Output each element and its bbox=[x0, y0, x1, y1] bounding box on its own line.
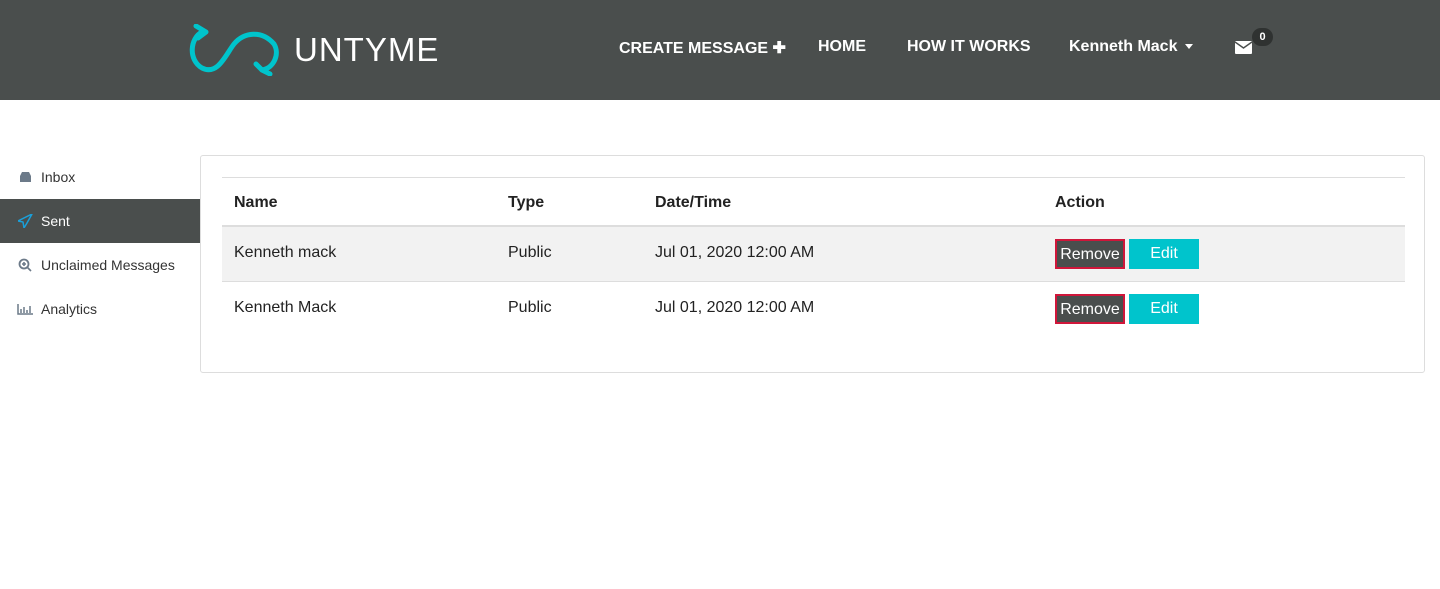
cell-datetime: Jul 01, 2020 12:00 AM bbox=[655, 244, 815, 261]
logo[interactable]: UNTYME bbox=[188, 24, 439, 76]
nav-home[interactable]: HOME bbox=[818, 38, 866, 56]
cell-datetime: Jul 01, 2020 12:00 AM bbox=[655, 299, 815, 316]
nav-create-label: CREATE MESSAGE bbox=[619, 40, 769, 57]
sidebar-item-label: Unclaimed Messages bbox=[41, 257, 175, 273]
top-navbar: UNTYME CREATE MESSAGE ✚ HOME HOW IT WORK… bbox=[0, 0, 1440, 100]
edit-button[interactable]: Edit bbox=[1129, 239, 1199, 269]
remove-button[interactable]: Remove bbox=[1055, 294, 1125, 324]
logo-icon bbox=[189, 24, 279, 76]
caret-down-icon bbox=[1185, 44, 1194, 50]
sidebar-item-sent[interactable]: Sent bbox=[0, 199, 200, 243]
sidebar-item-unclaimed-messages[interactable]: Unclaimed Messages bbox=[0, 243, 200, 287]
message-count-badge: 0 bbox=[1252, 28, 1273, 46]
sent-messages-table: Name Type Date/Time Action Kenneth mack … bbox=[222, 177, 1405, 337]
search-plus-icon bbox=[17, 258, 33, 272]
cell-type: Public bbox=[508, 299, 552, 316]
bar-chart-icon bbox=[17, 303, 33, 315]
nav-create-message[interactable]: CREATE MESSAGE ✚ bbox=[619, 38, 786, 58]
plus-icon: ✚ bbox=[772, 40, 786, 57]
cell-type: Public bbox=[508, 244, 552, 261]
sidebar-item-label: Sent bbox=[41, 213, 70, 229]
remove-button[interactable]: Remove bbox=[1055, 239, 1125, 269]
sidebar-item-analytics[interactable]: Analytics bbox=[0, 287, 200, 331]
table-row: Kenneth Mack Public Jul 01, 2020 12:00 A… bbox=[222, 282, 1405, 337]
sidebar-item-inbox[interactable]: Inbox bbox=[0, 155, 200, 199]
user-name: Kenneth Mack bbox=[1069, 38, 1178, 55]
sent-messages-panel: Name Type Date/Time Action Kenneth mack … bbox=[200, 155, 1425, 373]
envelope-icon[interactable] bbox=[1235, 41, 1252, 54]
header-name: Name bbox=[234, 194, 278, 211]
nav-how-it-works[interactable]: HOW IT WORKS bbox=[907, 38, 1031, 56]
paper-plane-icon bbox=[17, 214, 33, 228]
logo-text: UNTYME bbox=[294, 31, 440, 68]
header-action: Action bbox=[1055, 194, 1105, 211]
sidebar-item-label: Analytics bbox=[41, 301, 98, 317]
edit-button[interactable]: Edit bbox=[1129, 294, 1199, 324]
cell-name: Kenneth mack bbox=[234, 244, 337, 261]
user-menu[interactable]: Kenneth Mack bbox=[1069, 38, 1194, 56]
header-datetime: Date/Time bbox=[655, 194, 732, 211]
cell-name: Kenneth Mack bbox=[234, 299, 337, 316]
sidebar-item-label: Inbox bbox=[41, 169, 76, 185]
inbox-icon bbox=[17, 172, 33, 182]
header-type: Type bbox=[508, 194, 545, 211]
table-header: Name Type Date/Time Action bbox=[222, 178, 1405, 227]
table-row: Kenneth mack Public Jul 01, 2020 12:00 A… bbox=[222, 227, 1405, 282]
